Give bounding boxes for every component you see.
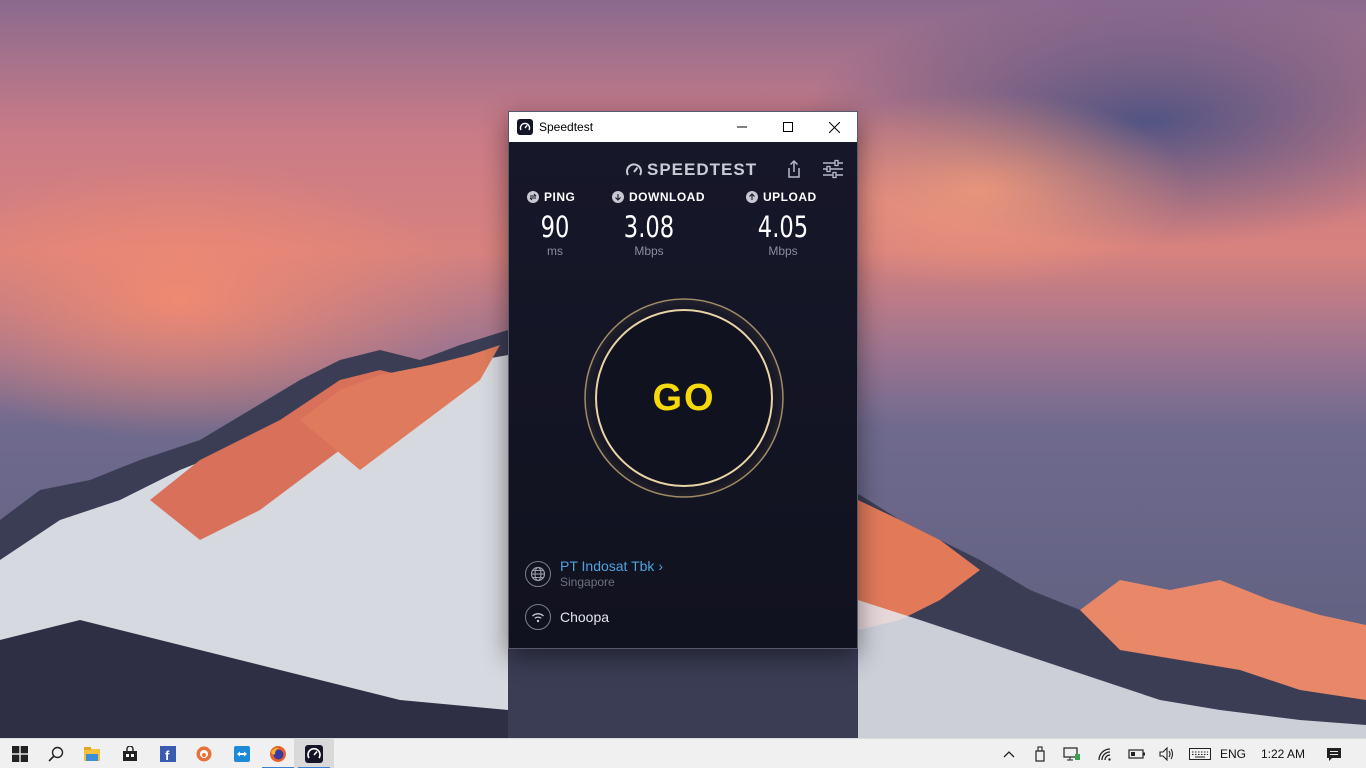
keyboard-icon <box>1189 748 1211 760</box>
close-button[interactable] <box>811 112 857 142</box>
window-title: Speedtest <box>539 120 594 134</box>
usb-drive-icon <box>1035 746 1045 762</box>
minimize-icon <box>737 126 747 128</box>
host-name: Choopa <box>560 609 610 625</box>
taskbar-app-orange[interactable] <box>184 739 224 768</box>
download-label: DOWNLOAD <box>629 190 705 204</box>
download-value: 3.08 <box>623 210 675 244</box>
speaker-icon <box>1159 747 1174 761</box>
battery-icon <box>1128 749 1145 759</box>
settings-button[interactable] <box>821 158 845 180</box>
go-label: GO <box>652 376 716 419</box>
taskbar-store[interactable] <box>110 739 150 768</box>
taskbar-file-explorer[interactable] <box>72 739 112 768</box>
start-button[interactable] <box>0 739 40 768</box>
close-icon <box>828 121 840 133</box>
language-label: ENG <box>1219 747 1246 761</box>
clock-time: 1:22 AM <box>1260 747 1306 761</box>
windows-icon <box>12 746 28 762</box>
wifi-tray-button[interactable] <box>1094 739 1116 768</box>
facebook-icon: f <box>160 746 176 762</box>
upload-metric: UPLOAD <box>746 190 817 204</box>
show-hidden-icons-button[interactable] <box>998 739 1020 768</box>
download-value-block: 3.08 Mbps <box>611 210 687 258</box>
isp-name-row[interactable]: PT Indosat Tbk › <box>560 558 663 574</box>
download-icon <box>612 191 624 203</box>
ping-label: PING <box>544 190 576 204</box>
upload-value-block: 4.05 Mbps <box>745 210 821 258</box>
title-bar[interactable]: Speedtest <box>509 112 857 142</box>
brand-text: SPEEDTEST <box>647 160 758 179</box>
wifi-icon <box>525 604 551 630</box>
store-icon <box>123 746 137 761</box>
touch-keyboard-button[interactable] <box>1186 739 1214 768</box>
taskbar-facebook[interactable]: f <box>148 739 188 768</box>
wifi-signal-icon <box>1098 748 1111 761</box>
upload-value: 4.05 <box>757 210 809 244</box>
speedtest-window: Speedtest SPEEDTEST PING 90 ms DOWNLOAD … <box>508 111 858 649</box>
taskbar-teamviewer[interactable] <box>222 739 262 768</box>
usb-tray-button[interactable] <box>1030 739 1050 768</box>
upload-label: UPLOAD <box>763 190 817 204</box>
ping-icon <box>527 191 539 203</box>
network-adapter-tray[interactable] <box>1060 739 1084 768</box>
upload-icon <box>746 191 758 203</box>
svg-text:f: f <box>165 748 170 762</box>
taskbar-speedtest[interactable] <box>294 739 334 768</box>
speedometer-icon <box>626 163 642 176</box>
speedtest-logo: SPEEDTEST <box>625 160 757 180</box>
speedtest-icon <box>305 745 323 763</box>
taskbar-firefox[interactable] <box>258 739 298 768</box>
notification-icon <box>1327 747 1341 761</box>
battery-tray-button[interactable] <box>1126 739 1148 768</box>
window-controls <box>719 112 857 142</box>
share-button[interactable] <box>783 158 805 180</box>
taskbar: f ENG 1:22 AM <box>0 738 1366 768</box>
chevron-up-icon <box>1003 751 1015 758</box>
clock[interactable]: 1:22 AM <box>1254 739 1312 768</box>
speedtest-app-icon <box>517 119 533 135</box>
app-header: SPEEDTEST <box>509 156 857 184</box>
folder-icon <box>84 747 100 761</box>
language-indicator[interactable]: ENG <box>1218 739 1248 768</box>
download-unit: Mbps <box>634 244 664 258</box>
server-selector[interactable]: PT Indosat Tbk › Singapore <box>525 558 663 589</box>
upload-label-row: UPLOAD <box>746 190 817 204</box>
server-info: PT Indosat Tbk › Singapore <box>560 558 663 589</box>
ping-value: 90 <box>540 210 570 244</box>
firefox-icon <box>270 746 286 762</box>
ping-value-block: 90 ms <box>527 210 583 258</box>
ping-metric: PING <box>527 190 575 204</box>
ping-unit: ms <box>547 244 563 258</box>
server-location: Singapore <box>560 575 615 589</box>
isp-name[interactable]: PT Indosat Tbk <box>560 558 654 574</box>
app-body: SPEEDTEST PING 90 ms DOWNLOAD 3.08 Mbps … <box>509 142 857 648</box>
maximize-button[interactable] <box>765 112 811 142</box>
maximize-icon <box>783 122 793 132</box>
minimize-button[interactable] <box>719 112 765 142</box>
search-button[interactable] <box>36 739 76 768</box>
ping-label-row: PING <box>527 190 575 204</box>
sliders-icon <box>823 159 843 179</box>
action-center-button[interactable] <box>1320 739 1348 768</box>
globe-icon <box>525 560 551 587</box>
monitor-network-icon <box>1063 747 1080 761</box>
download-label-row: DOWNLOAD <box>612 190 705 204</box>
share-icon <box>788 159 800 178</box>
download-metric: DOWNLOAD <box>612 190 705 204</box>
connection-info: Choopa <box>525 604 609 630</box>
app-orange-icon <box>196 746 212 762</box>
volume-tray-button[interactable] <box>1156 739 1178 768</box>
teamviewer-icon <box>234 746 250 762</box>
upload-unit: Mbps <box>768 244 798 258</box>
search-icon <box>48 746 64 762</box>
go-button[interactable]: GO <box>583 297 785 499</box>
chevron-right-icon: › <box>658 558 663 574</box>
